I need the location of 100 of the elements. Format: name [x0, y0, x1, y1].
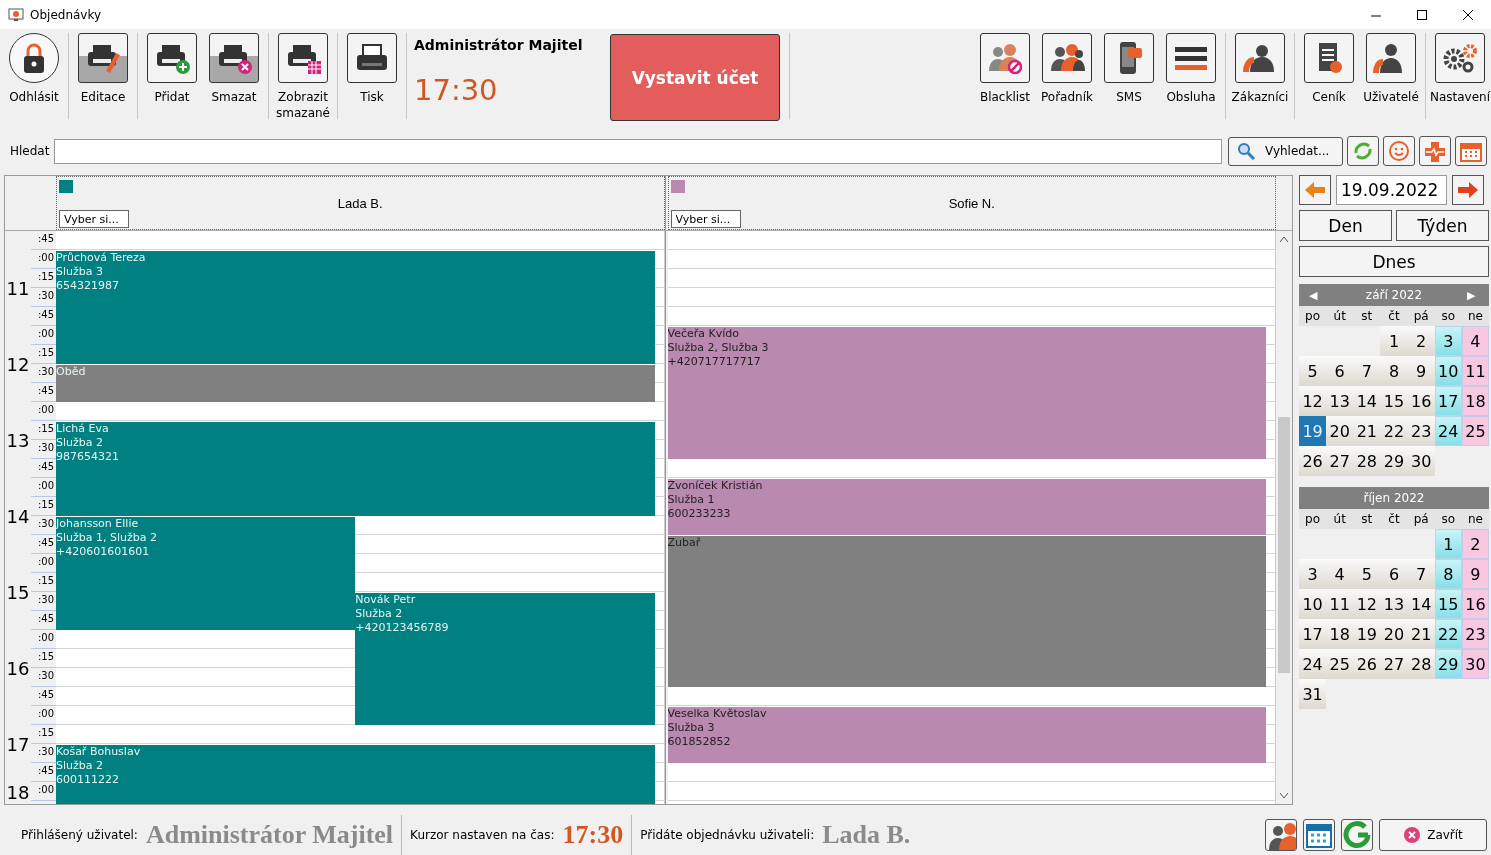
calendar-day[interactable]: 22: [1434, 619, 1462, 649]
calendar-day[interactable]: 15: [1434, 589, 1462, 619]
invoice-button[interactable]: Vystavit účet: [610, 34, 780, 121]
calendar-day[interactable]: 4: [1326, 559, 1354, 589]
picker-field[interactable]: Vyber si...: [59, 210, 129, 228]
scrollbar-thumb[interactable]: [1278, 417, 1290, 673]
calendar-day[interactable]: 9: [1407, 356, 1435, 386]
calendar-day[interactable]: 19: [1299, 416, 1327, 446]
calendar-day[interactable]: 27: [1326, 446, 1354, 476]
today-button[interactable]: Dnes: [1299, 246, 1489, 277]
maximize-icon[interactable]: [1415, 7, 1429, 22]
calendar-day[interactable]: 16: [1407, 386, 1435, 416]
icon-button[interactable]: [1265, 819, 1297, 851]
icon-button[interactable]: [1419, 136, 1451, 166]
previous-button[interactable]: [1299, 175, 1331, 205]
icon-button[interactable]: [1341, 819, 1373, 851]
calendar-day[interactable]: 15: [1380, 386, 1408, 416]
calendar-day[interactable]: 18: [1326, 619, 1354, 649]
scrollbar[interactable]: [1276, 231, 1292, 804]
picker-field[interactable]: Vyber si...: [670, 210, 741, 228]
calendar-day[interactable]: 3: [1434, 326, 1462, 356]
calendar-day[interactable]: 3: [1299, 559, 1327, 589]
calendar-day[interactable]: 27: [1380, 649, 1408, 679]
next-month-button[interactable]: ▶: [1467, 288, 1479, 302]
calendar-day[interactable]: 28: [1353, 446, 1381, 476]
calendar-day[interactable]: 26: [1299, 446, 1327, 476]
toolbar-button[interactable]: [9, 33, 59, 83]
calendar-day[interactable]: 31: [1299, 679, 1327, 709]
calendar-day[interactable]: 2: [1407, 326, 1435, 356]
close-button[interactable]: Zavřít: [1379, 819, 1487, 851]
calendar-day[interactable]: 5: [1299, 356, 1327, 386]
toolbar-button[interactable]: [1042, 33, 1092, 83]
calendar-day[interactable]: 11: [1326, 589, 1354, 619]
toolbar-button[interactable]: [980, 33, 1030, 83]
calendar-day[interactable]: 30: [1407, 446, 1435, 476]
calendar-day[interactable]: 11: [1461, 356, 1489, 386]
calendar-day[interactable]: 21: [1407, 619, 1435, 649]
calendar-day[interactable]: 19: [1353, 619, 1381, 649]
calendar-day[interactable]: 4: [1461, 326, 1489, 356]
calendar-day[interactable]: 14: [1407, 589, 1435, 619]
calendar-day[interactable]: 7: [1407, 559, 1435, 589]
calendar-day[interactable]: 21: [1353, 416, 1381, 446]
calendar-day[interactable]: 25: [1326, 649, 1354, 679]
calendar-day[interactable]: 28: [1407, 649, 1435, 679]
calendar-day[interactable]: 6: [1380, 559, 1408, 589]
search-button[interactable]: Vyhledat...: [1228, 136, 1343, 166]
break-block[interactable]: Zubař: [667, 536, 1266, 687]
appointment-block[interactable]: Johansson Ellie Služba 1, Služba 2 +420601601601: [56, 517, 356, 630]
toolbar-button[interactable]: [1366, 33, 1416, 83]
search-field[interactable]: [54, 138, 1222, 164]
calendar-day[interactable]: 7: [1353, 356, 1381, 386]
calendar-day[interactable]: 24: [1434, 416, 1462, 446]
calendar-day[interactable]: 29: [1434, 649, 1462, 679]
toolbar-button[interactable]: [1235, 33, 1285, 83]
calendar-day[interactable]: 12: [1299, 386, 1327, 416]
calendar-day[interactable]: 17: [1299, 619, 1327, 649]
toolbar-button[interactable]: [1304, 33, 1354, 83]
calendar-day[interactable]: 29: [1380, 446, 1408, 476]
toolbar-button[interactable]: [347, 33, 397, 83]
appointment-block[interactable]: Večeřa Kvído Služba 2, Služba 3 +420717717717: [667, 327, 1266, 459]
calendar-day[interactable]: 5: [1353, 559, 1381, 589]
calendar-day[interactable]: 16: [1461, 589, 1489, 619]
view-button[interactable]: Týden: [1396, 210, 1489, 241]
next-button[interactable]: [1452, 175, 1484, 205]
view-button[interactable]: Den: [1299, 210, 1392, 241]
calendar-day[interactable]: 1: [1434, 529, 1462, 559]
appointment-block[interactable]: Veselka Květoslav Služba 3 601852852: [667, 707, 1266, 763]
appointment-block[interactable]: Zvoníček Kristián Služba 1 600233233: [667, 479, 1266, 535]
close-icon[interactable]: [1461, 7, 1475, 22]
calendar-day[interactable]: 6: [1326, 356, 1354, 386]
calendar-day[interactable]: 24: [1299, 649, 1327, 679]
break-block[interactable]: Oběd: [56, 365, 655, 402]
calendar-day[interactable]: 22: [1380, 416, 1408, 446]
calendar-day[interactable]: 17: [1434, 386, 1462, 416]
calendar-day[interactable]: 25: [1461, 416, 1489, 446]
calendar-day[interactable]: 23: [1407, 416, 1435, 446]
appointment-block[interactable]: Průchová Tereza Služba 3 654321987: [56, 251, 655, 364]
calendar-day[interactable]: 13: [1380, 589, 1408, 619]
calendar-day[interactable]: 10: [1434, 356, 1462, 386]
calendar-day[interactable]: 1: [1380, 326, 1408, 356]
toolbar-button[interactable]: [1166, 33, 1216, 83]
toolbar-button[interactable]: [1104, 33, 1154, 83]
calendar-day[interactable]: 12: [1353, 589, 1381, 619]
appointment-block[interactable]: Košař Bohuslav Služba 2 600111222: [56, 745, 655, 804]
calendar-day[interactable]: 14: [1353, 386, 1381, 416]
icon-button[interactable]: [1347, 136, 1379, 166]
calendar-day[interactable]: 18: [1461, 386, 1489, 416]
calendar-day[interactable]: 20: [1326, 416, 1354, 446]
toolbar-button[interactable]: [147, 33, 197, 83]
calendar-day[interactable]: 2: [1461, 529, 1489, 559]
calendar-day[interactable]: 30: [1461, 649, 1489, 679]
calendar-day[interactable]: 26: [1353, 649, 1381, 679]
icon-button[interactable]: [1383, 136, 1415, 166]
icon-button[interactable]: [1303, 819, 1335, 851]
appointment-block[interactable]: Novák Petr Služba 2 +420123456789: [355, 593, 655, 725]
date-field[interactable]: 19.09.2022: [1336, 175, 1447, 205]
calendar-day[interactable]: 13: [1326, 386, 1354, 416]
calendar-day[interactable]: 23: [1461, 619, 1489, 649]
calendar-day[interactable]: 9: [1461, 559, 1489, 589]
toolbar-button[interactable]: [278, 33, 328, 83]
